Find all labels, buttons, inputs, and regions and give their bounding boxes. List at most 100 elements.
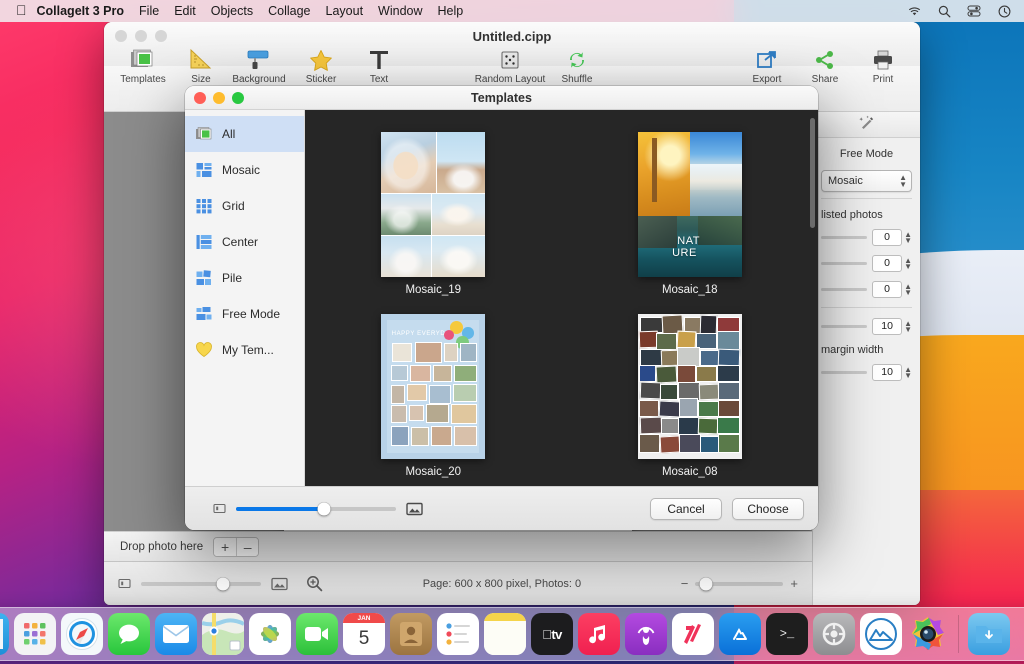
toolbar-text-button[interactable]: Text xyxy=(350,44,408,85)
margin-stepper[interactable]: 10 ▲▼ xyxy=(872,364,912,381)
toolbar-background-button[interactable]: Background xyxy=(230,44,288,85)
dialog-close-button[interactable] xyxy=(194,92,206,104)
dock-item-podcasts[interactable] xyxy=(625,613,667,655)
dock-item-messages[interactable] xyxy=(108,613,150,655)
margin-slider[interactable] xyxy=(821,371,867,374)
menu-item-edit[interactable]: Edit xyxy=(174,4,196,18)
stepper-arrows-5[interactable]: ▲▼ xyxy=(904,367,912,379)
sidebar-item-mosaic[interactable]: Mosaic xyxy=(185,152,304,188)
template-item-mosaic-18[interactable]: NAT URE Mosaic_18 xyxy=(638,132,742,296)
photo-value-2[interactable]: 0 xyxy=(872,255,902,272)
template-item-mosaic-08[interactable]: Mosaic_08 xyxy=(638,314,742,478)
spacing-slider[interactable] xyxy=(821,325,867,328)
sidebar-item-free-mode[interactable]: Free Mode xyxy=(185,296,304,332)
sidebar-item-center[interactable]: Center xyxy=(185,224,304,260)
dock-item-mail[interactable] xyxy=(155,613,197,655)
dock-item-news[interactable] xyxy=(672,613,714,655)
layout-type-select[interactable]: Mosaic ▲▼ xyxy=(821,170,912,192)
magic-wand-icon[interactable] xyxy=(858,115,875,135)
cancel-button[interactable]: Cancel xyxy=(650,498,722,520)
dock-item-calendar[interactable]: JAN 5 xyxy=(343,613,385,655)
stepper-arrows-1[interactable]: ▲▼ xyxy=(904,232,912,244)
template-item-mosaic-19[interactable]: Mosaic_19 xyxy=(381,132,485,296)
photo-value-1[interactable]: 0 xyxy=(872,229,902,246)
dock-item-photos[interactable] xyxy=(249,613,291,655)
photo-stepper-1[interactable]: 0 ▲▼ xyxy=(872,229,912,246)
dock-item-mountain-app[interactable] xyxy=(860,613,902,655)
spacing-stepper[interactable]: 10 ▲▼ xyxy=(872,318,912,335)
sidebar-item-pile[interactable]: Pile xyxy=(185,260,304,296)
templates-scrollbar[interactable] xyxy=(810,118,815,228)
stepper-arrows-4[interactable]: ▲▼ xyxy=(904,321,912,333)
sidebar-item-all[interactable]: All xyxy=(185,116,304,152)
template-thumbnail[interactable]: NAT URE xyxy=(638,132,742,277)
dock-item-downloads-folder[interactable] xyxy=(968,613,1010,655)
dock-item-maps[interactable] xyxy=(202,613,244,655)
dock-item-trash[interactable] xyxy=(1015,613,1024,655)
template-thumbnail[interactable] xyxy=(638,314,742,459)
margin-value[interactable]: 10 xyxy=(872,364,902,381)
menu-item-help[interactable]: Help xyxy=(438,4,464,18)
sidebar-item-my-templates[interactable]: My Tem... xyxy=(185,332,304,368)
toolbar-shuffle-button[interactable]: Shuffle xyxy=(548,44,606,85)
template-thumbnail[interactable] xyxy=(381,132,485,277)
template-thumbnail[interactable]: HAPPY EVERYDAY xyxy=(381,314,485,459)
dialog-minimize-button[interactable] xyxy=(213,92,225,104)
choose-button[interactable]: Choose xyxy=(732,498,804,520)
dock-item-notes[interactable] xyxy=(484,613,526,655)
menu-item-file[interactable]: File xyxy=(139,4,159,18)
spacing-field-row: 10 ▲▼ xyxy=(821,318,912,335)
template-item-mosaic-20[interactable]: HAPPY EVERYDAY xyxy=(381,314,485,478)
search-icon[interactable] xyxy=(936,4,952,18)
apple-menu-icon[interactable]:  xyxy=(8,3,37,19)
dock-item-collageit[interactable] xyxy=(907,613,949,655)
toolbar-templates-button[interactable]: Templates xyxy=(114,44,172,85)
photo-slider-3[interactable] xyxy=(821,288,867,291)
sidebar-item-grid[interactable]: Grid xyxy=(185,188,304,224)
dock-item-contacts[interactable] xyxy=(390,613,432,655)
dock-item-safari[interactable] xyxy=(61,613,103,655)
remove-photo-button[interactable]: – xyxy=(236,538,258,556)
dock-item-facetime[interactable] xyxy=(296,613,338,655)
menu-item-window[interactable]: Window xyxy=(378,4,422,18)
dock-item-finder[interactable] xyxy=(0,613,9,655)
add-photo-button[interactable]: + xyxy=(214,538,236,556)
toolbar-random-layout-button[interactable]: Random Layout xyxy=(472,44,548,85)
photo-value-3[interactable]: 0 xyxy=(872,281,902,298)
menu-item-collage[interactable]: Collage xyxy=(268,4,310,18)
menu-item-objects[interactable]: Objects xyxy=(211,4,253,18)
photo-slider-1[interactable] xyxy=(821,236,867,239)
zoom-in-button[interactable]: + xyxy=(790,576,798,591)
zoom-magnifier-icon[interactable] xyxy=(306,575,323,592)
dock-item-launchpad[interactable] xyxy=(14,613,56,655)
time-machine-icon[interactable] xyxy=(996,4,1012,18)
menu-app-name[interactable]: CollageIt 3 Pro xyxy=(37,4,125,18)
photo-stepper-2[interactable]: 0 ▲▼ xyxy=(872,255,912,272)
dock-item-terminal[interactable]: >_ xyxy=(766,613,808,655)
spacing-value[interactable]: 10 xyxy=(872,318,902,335)
photo-stepper-3[interactable]: 0 ▲▼ xyxy=(872,281,912,298)
templates-grid-pane[interactable]: Mosaic_19 NAT URE xyxy=(305,110,818,486)
toolbar-random-layout-label: Random Layout xyxy=(475,74,546,85)
toolbar-share-button[interactable]: Share xyxy=(796,44,854,85)
canvas-zoom-slider[interactable] xyxy=(141,582,261,586)
page-zoom-slider[interactable] xyxy=(695,582,783,586)
dock-item-music[interactable] xyxy=(578,613,620,655)
toolbar-print-button[interactable]: Print xyxy=(854,44,912,85)
stepper-arrows-2[interactable]: ▲▼ xyxy=(904,258,912,270)
dock-item-system-preferences[interactable] xyxy=(813,613,855,655)
wifi-icon[interactable] xyxy=(906,4,922,18)
zoom-out-button[interactable]: − xyxy=(681,576,689,591)
thumbnail-size-slider[interactable] xyxy=(236,507,396,511)
photo-slider-2[interactable] xyxy=(821,262,867,265)
dialog-zoom-button[interactable] xyxy=(232,92,244,104)
stepper-arrows-3[interactable]: ▲▼ xyxy=(904,284,912,296)
dock-item-reminders[interactable] xyxy=(437,613,479,655)
menu-item-layout[interactable]: Layout xyxy=(326,4,364,18)
dock-item-app-store[interactable] xyxy=(719,613,761,655)
toolbar-export-button[interactable]: Export xyxy=(738,44,796,85)
dock-item-tv[interactable]: tv xyxy=(531,613,573,655)
toolbar-sticker-button[interactable]: Sticker xyxy=(292,44,350,85)
toolbar-size-button[interactable]: Size xyxy=(172,44,230,85)
control-center-icon[interactable] xyxy=(966,4,982,18)
